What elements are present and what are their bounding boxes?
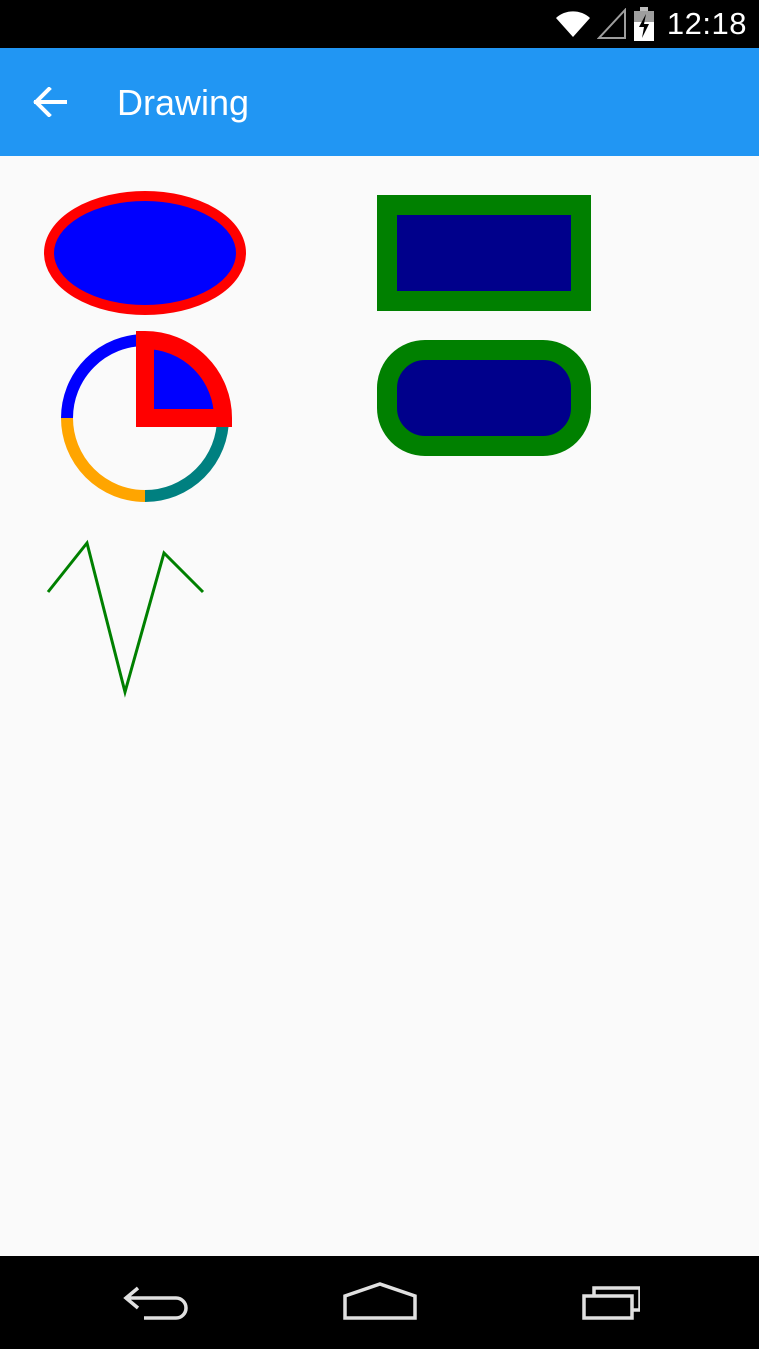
status-time: 12:18 xyxy=(666,6,747,41)
ring-arc-teal xyxy=(144,417,229,502)
drawing-canvas xyxy=(0,156,759,1256)
wifi-icon xyxy=(555,11,590,37)
app-bar: Drawing xyxy=(0,48,759,156)
ring-arc-blue xyxy=(61,334,146,419)
cell-signal-icon xyxy=(596,8,626,39)
status-icons: 12:18 xyxy=(555,0,747,48)
back-button[interactable] xyxy=(22,76,78,128)
battery-charging-icon xyxy=(633,7,654,41)
zigzag-polyline xyxy=(46,539,205,698)
back-nav-icon xyxy=(123,1286,188,1320)
rounded-rectangle-shape xyxy=(377,340,591,456)
recents-nav-icon xyxy=(582,1286,640,1320)
nav-recents-button[interactable] xyxy=(560,1274,650,1330)
ellipse-shape xyxy=(44,191,246,315)
drawing-surface xyxy=(44,191,591,698)
arrow-back-icon xyxy=(33,87,67,117)
page-title: Drawing xyxy=(117,82,250,123)
rectangle-shape xyxy=(377,195,591,311)
ring-arc-orange xyxy=(61,417,146,502)
nav-back-button[interactable] xyxy=(110,1274,200,1330)
home-nav-icon xyxy=(343,1282,417,1320)
pie-wedge-shape xyxy=(136,330,233,427)
navigation-bar xyxy=(0,1256,759,1349)
status-bar: 12:18 xyxy=(0,0,759,48)
nav-home-button[interactable] xyxy=(335,1274,425,1330)
